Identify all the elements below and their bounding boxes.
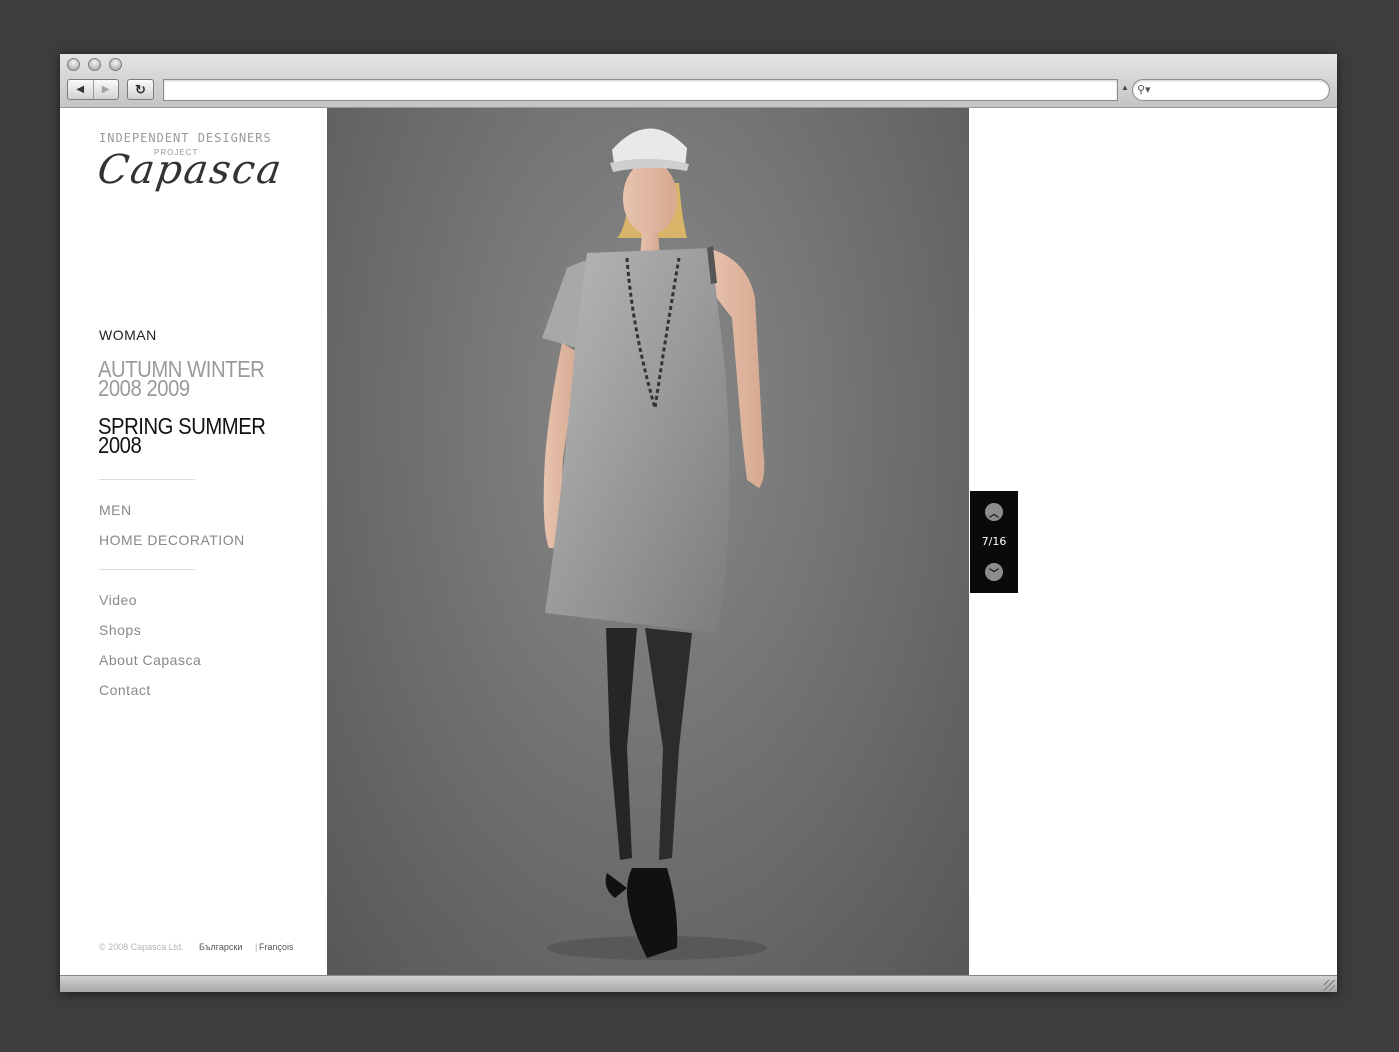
resize-handle[interactable] bbox=[1324, 980, 1335, 991]
nav-about[interactable]: About Capasca bbox=[99, 652, 201, 668]
next-image-button[interactable]: ﹀ bbox=[985, 563, 1003, 581]
zoom-window-button[interactable] bbox=[109, 58, 122, 71]
browser-toolbar: ◀ ▶ ↻ ▲ ⚲▾ bbox=[60, 54, 1337, 108]
nav-autumn-winter-2008-2009[interactable]: AUTUMN WINTER 2008 2009 bbox=[98, 358, 265, 400]
model-illustration bbox=[542, 128, 767, 960]
fashion-photo bbox=[327, 108, 969, 975]
forward-arrow-icon: ▶ bbox=[101, 84, 110, 95]
nav-contact[interactable]: Contact bbox=[99, 682, 151, 698]
nav-spring-summer-2008[interactable]: SPRING SUMMER 2008 bbox=[98, 415, 266, 457]
back-arrow-icon: ◀ bbox=[76, 84, 85, 95]
logo-wordmark: Capasca bbox=[94, 147, 286, 193]
reload-icon: ↻ bbox=[135, 81, 146, 97]
status-bar bbox=[60, 975, 1337, 992]
divider bbox=[99, 569, 195, 570]
page-content: INDEPENDENT DESIGNERS PROJECT Capasca WO… bbox=[60, 108, 1337, 975]
lang-french-link[interactable]: François bbox=[259, 942, 294, 952]
image-counter: 7/16 bbox=[981, 535, 1007, 548]
minimize-window-button[interactable] bbox=[88, 58, 101, 71]
lang-separator: | bbox=[255, 942, 258, 952]
search-field[interactable]: ⚲▾ bbox=[1132, 79, 1330, 101]
lang-bulgarian-link[interactable]: Български bbox=[199, 942, 242, 952]
url-dropdown-icon[interactable]: ▲ bbox=[1121, 83, 1129, 92]
previous-image-button[interactable]: ︿ bbox=[985, 503, 1003, 521]
chevron-down-icon: ﹀ bbox=[989, 568, 999, 580]
nav-home-decoration[interactable]: HOME DECORATION bbox=[99, 532, 245, 548]
nav-video[interactable]: Video bbox=[99, 592, 137, 608]
address-bar[interactable] bbox=[163, 79, 1118, 101]
history-nav: ◀ ▶ bbox=[67, 79, 119, 100]
search-icon[interactable]: ⚲▾ bbox=[1137, 83, 1151, 96]
divider bbox=[99, 479, 195, 480]
logo-tagline: INDEPENDENT DESIGNERS bbox=[99, 131, 272, 145]
reload-button[interactable]: ↻ bbox=[127, 79, 154, 100]
copyright: © 2008 Capasca Ltd. bbox=[99, 942, 184, 952]
browser-window: ◀ ▶ ↻ ▲ ⚲▾ INDEPENDENT DESIGNERS PROJECT… bbox=[60, 54, 1337, 992]
sidebar: INDEPENDENT DESIGNERS PROJECT Capasca WO… bbox=[60, 108, 327, 975]
chevron-up-icon: ︿ bbox=[989, 508, 999, 520]
close-window-button[interactable] bbox=[67, 58, 80, 71]
forward-button[interactable]: ▶ bbox=[92, 80, 119, 99]
search-input[interactable] bbox=[1157, 82, 1326, 100]
nav-woman[interactable]: WOMAN bbox=[99, 327, 157, 343]
back-button[interactable]: ◀ bbox=[68, 80, 93, 99]
nav-men[interactable]: MEN bbox=[99, 502, 132, 518]
image-pager: ︿ 7/16 ﹀ bbox=[970, 491, 1018, 593]
nav-shops[interactable]: Shops bbox=[99, 622, 141, 638]
